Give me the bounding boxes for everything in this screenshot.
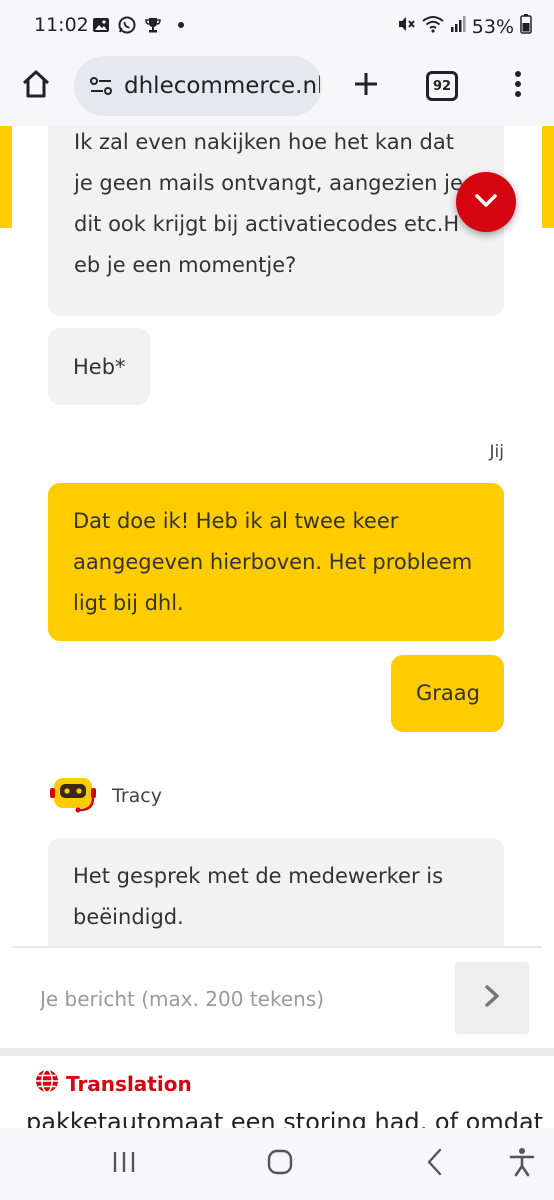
android-navigation-bar <box>0 1128 554 1200</box>
back-icon <box>425 1148 443 1180</box>
accessibility-icon <box>509 1147 535 1181</box>
bot-sender-row: Tracy <box>50 774 162 818</box>
home-nav-icon <box>266 1148 294 1180</box>
robot-avatar-icon <box>50 774 96 818</box>
battery-percentage: 53% <box>471 15 514 38</box>
notification-icons <box>92 16 184 34</box>
user-sender-label: Jij <box>489 442 504 462</box>
image-icon <box>92 16 110 34</box>
section-separator <box>0 1048 554 1056</box>
trophy-icon <box>144 16 162 34</box>
translation-header: Translation <box>34 1068 192 1099</box>
site-settings-icon[interactable] <box>90 76 112 96</box>
bot-name: Tracy <box>112 785 162 807</box>
more-vert-icon <box>514 70 522 102</box>
status-time: 11:02 <box>34 14 89 36</box>
scroll-down-button[interactable] <box>456 172 516 232</box>
tab-count: 92 <box>426 71 458 101</box>
recent-apps-button[interactable] <box>102 1144 146 1184</box>
user-message-bubble: Dat doe ik! Heb ik al twee keer aangegev… <box>48 483 504 641</box>
tab-switcher-button[interactable]: 92 <box>420 64 464 108</box>
mute-icon <box>396 14 416 39</box>
chevron-down-icon <box>475 193 497 212</box>
chevron-right-icon <box>484 984 500 1012</box>
home-nav-button[interactable] <box>258 1144 302 1184</box>
back-nav-button[interactable] <box>412 1144 456 1184</box>
browser-toolbar: dhlecommerce.nl 92 <box>0 54 554 126</box>
message-input[interactable] <box>38 962 442 1036</box>
recent-apps-icon <box>111 1150 137 1178</box>
wifi-icon <box>422 15 444 38</box>
translation-title: Translation <box>66 1071 192 1096</box>
new-tab-button[interactable] <box>344 64 388 108</box>
message-text: Het gesprek met de medewerker is beëindi… <box>73 864 444 929</box>
agent-message-bubble: Heb* <box>48 328 150 405</box>
home-button[interactable] <box>14 64 58 108</box>
user-message-bubble: Graag <box>391 655 504 732</box>
message-text: Dat doe ik! Heb ik al twee keer aangegev… <box>73 509 473 615</box>
chat-page: Ik zal even nakijken hoe het kan dat je … <box>0 126 554 946</box>
accessibility-button[interactable] <box>500 1144 544 1184</box>
send-button[interactable] <box>455 962 529 1034</box>
signal-icon <box>450 15 466 38</box>
system-icons: 53% <box>396 14 532 39</box>
plus-icon <box>353 71 379 101</box>
url-text: dhlecommerce.nl <box>124 73 320 99</box>
message-text: Graag <box>416 681 480 705</box>
agent-message-bubble: Ik zal even nakijken hoe het kan dat je … <box>48 126 504 316</box>
battery-icon <box>520 14 532 39</box>
message-text: Ik zal even nakijken hoe het kan dat je … <box>74 130 463 277</box>
status-bar: 11:02 53% <box>0 0 554 54</box>
agent-message-bubble: Het gesprek met de medewerker is beëindi… <box>48 838 504 946</box>
more-notifications-dot <box>178 22 184 28</box>
address-bar[interactable]: dhlecommerce.nl <box>74 56 322 116</box>
home-icon <box>21 69 51 103</box>
globe-icon <box>34 1068 60 1099</box>
whatsapp-icon <box>118 16 136 34</box>
message-composer <box>0 948 554 1048</box>
menu-button[interactable] <box>496 64 540 108</box>
message-text: Heb* <box>73 355 126 379</box>
